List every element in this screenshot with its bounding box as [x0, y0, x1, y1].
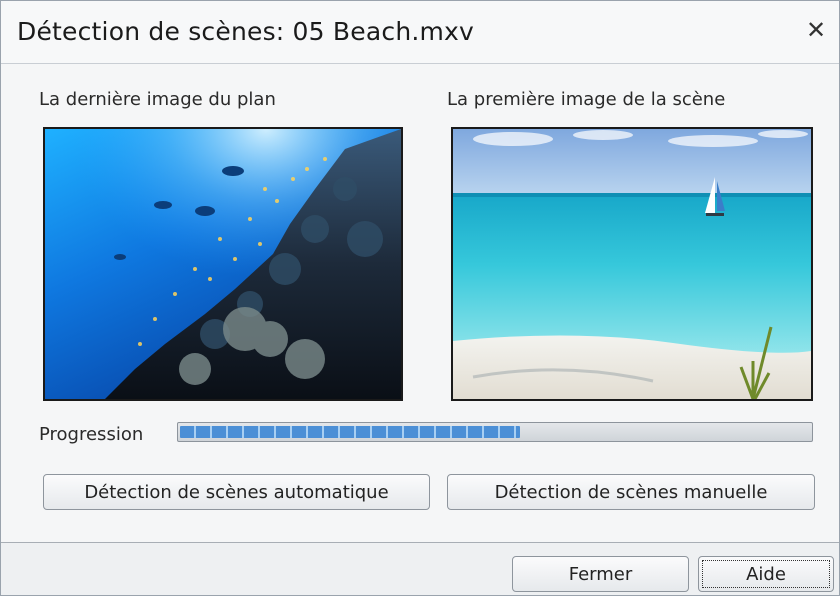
progress-label: Progression: [39, 424, 144, 445]
beach-sailboat-image: [453, 129, 811, 399]
close-button[interactable]: Fermer: [512, 556, 689, 592]
last-frame-preview: [43, 127, 403, 401]
dialog-title: Détection de scènes: 05 Beach.mxv: [17, 17, 475, 46]
help-button[interactable]: Aide: [698, 556, 834, 592]
last-frame-label: La dernière image du plan: [39, 89, 276, 110]
progress-bar: [177, 422, 813, 442]
underwater-reef-image: [45, 129, 401, 399]
first-frame-preview: [451, 127, 813, 401]
scene-detection-dialog: Détection de scènes: 05 Beach.mxv ✕ La d…: [0, 0, 840, 596]
auto-detection-button[interactable]: Détection de scènes automatique: [43, 474, 430, 510]
close-icon[interactable]: ✕: [801, 15, 831, 45]
manual-detection-button[interactable]: Détection de scènes manuelle: [447, 474, 815, 510]
progress-bar-fill: [180, 426, 520, 438]
first-frame-label: La première image de la scène: [447, 89, 726, 110]
title-bar: Détection de scènes: 05 Beach.mxv ✕: [1, 1, 839, 64]
